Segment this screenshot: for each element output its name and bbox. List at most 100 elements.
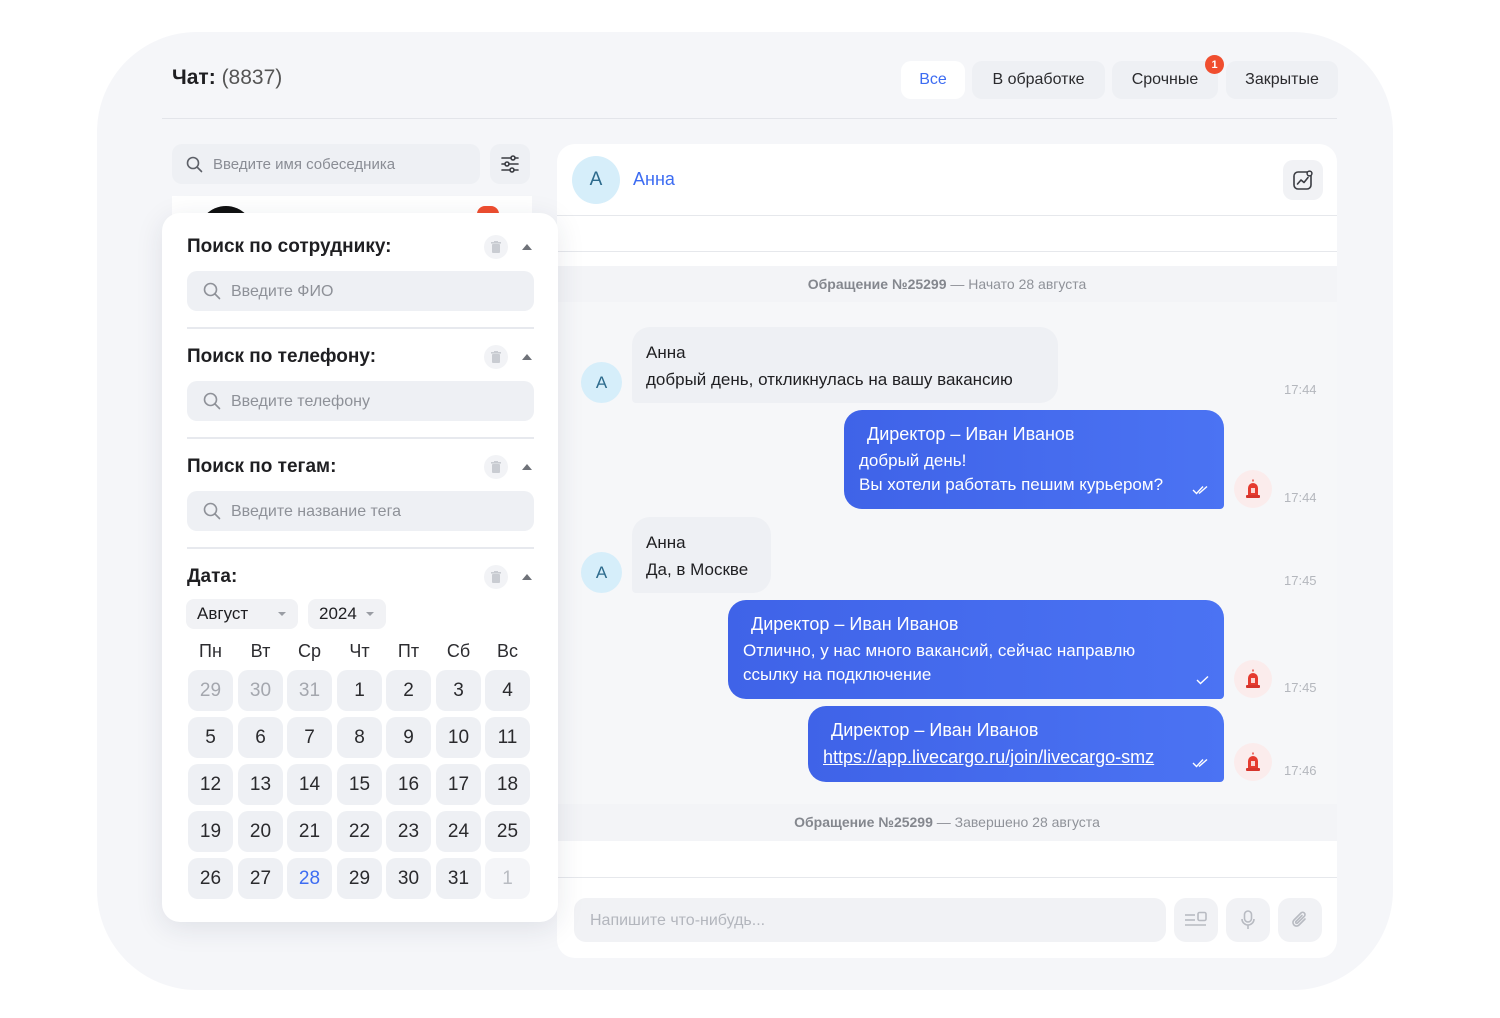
contact-name[interactable]: Анна <box>633 169 675 190</box>
message-incoming: Анна Да, в Москве <box>632 517 771 593</box>
clear-employee-button[interactable] <box>484 235 508 259</box>
chart-icon <box>1293 170 1313 190</box>
collapse-tags-button[interactable] <box>522 464 532 470</box>
calendar-day[interactable]: 3 <box>436 670 481 711</box>
ticket-end-banner: Обращение №25299 — Завершено 28 августа <box>557 804 1337 841</box>
calendar-day[interactable]: 24 <box>436 811 481 852</box>
tab-closed[interactable]: Закрытые <box>1226 61 1338 99</box>
phone-search-input[interactable] <box>231 392 534 410</box>
siren-icon[interactable] <box>1234 660 1272 698</box>
check-icon <box>1196 675 1209 685</box>
tab-urgent[interactable]: Срочные 1 <box>1112 55 1224 99</box>
message-time: 17:44 <box>1284 382 1317 397</box>
tab-label: Закрытые <box>1245 71 1319 88</box>
calendar-day[interactable]: 15 <box>337 764 382 805</box>
chevron-down-icon <box>278 612 286 616</box>
calendar-day[interactable]: 11 <box>485 717 530 758</box>
clear-date-button[interactable] <box>484 565 508 589</box>
avatar: А <box>581 552 622 593</box>
calendar-day[interactable]: 18 <box>485 764 530 805</box>
message-sender: Директор – Иван Иванов <box>867 424 1075 444</box>
weekday-label: Вт <box>250 641 271 661</box>
employee-filter-title: Поиск по сотруднику: <box>187 236 392 257</box>
contact-search-input[interactable] <box>213 155 480 173</box>
calendar-day[interactable]: 10 <box>436 717 481 758</box>
calendar-day[interactable]: 16 <box>386 764 431 805</box>
calendar-day[interactable]: 31 <box>287 670 332 711</box>
clear-phone-button[interactable] <box>484 345 508 369</box>
calendar-day[interactable]: 13 <box>238 764 283 805</box>
voice-button[interactable] <box>1226 898 1270 942</box>
tab-all[interactable]: Все <box>901 61 965 99</box>
header-divider <box>162 118 1337 119</box>
year-select[interactable]: 2024 <box>308 599 386 629</box>
calendar-day[interactable]: 29 <box>188 670 233 711</box>
calendar-day[interactable]: 30 <box>386 858 431 899</box>
message-text: Вы хотели работать пешим курьером? <box>859 475 1164 494</box>
employee-search-field[interactable] <box>187 271 534 311</box>
contact-search[interactable] <box>172 144 480 184</box>
siren-icon[interactable] <box>1234 470 1272 508</box>
chevron-down-icon <box>366 612 374 616</box>
calendar-day[interactable]: 7 <box>287 717 332 758</box>
month-select[interactable]: Август <box>186 599 298 629</box>
calendar-day[interactable]: 2 <box>386 670 431 711</box>
calendar-day[interactable]: 28 <box>287 858 332 899</box>
calendar-day[interactable]: 27 <box>238 858 283 899</box>
calendar-day[interactable]: 20 <box>238 811 283 852</box>
message-outgoing: Директор – Иван Иванов Отлично, у нас мн… <box>728 600 1224 699</box>
calendar-day[interactable]: 17 <box>436 764 481 805</box>
month-select-value: Август <box>197 604 249 623</box>
templates-button[interactable] <box>1174 898 1218 942</box>
calendar-day[interactable]: 19 <box>188 811 233 852</box>
double-check-icon <box>1192 485 1208 495</box>
calendar-day[interactable]: 21 <box>287 811 332 852</box>
message-compose[interactable] <box>574 898 1166 942</box>
calendar-day[interactable]: 4 <box>485 670 530 711</box>
trash-icon <box>491 461 501 473</box>
employee-search-input[interactable] <box>231 282 534 300</box>
calendar-day[interactable]: 22 <box>337 811 382 852</box>
calendar-day[interactable]: 5 <box>188 717 233 758</box>
search-icon <box>203 502 221 520</box>
tab-in-progress[interactable]: В обработке <box>972 61 1105 99</box>
calendar-day[interactable]: 9 <box>386 717 431 758</box>
calendar-day[interactable]: 14 <box>287 764 332 805</box>
calendar-day[interactable]: 23 <box>386 811 431 852</box>
message-sender: Анна <box>646 343 686 362</box>
year-select-value: 2024 <box>319 604 357 623</box>
calendar-day[interactable]: 31 <box>436 858 481 899</box>
tab-label: Все <box>919 71 947 88</box>
message-link[interactable]: https://app.livecargo.ru/join/livecargo-… <box>823 745 1209 769</box>
phone-search-field[interactable] <box>187 381 534 421</box>
ticket-status: — Завершено 28 августа <box>932 814 1100 830</box>
collapse-employee-button[interactable] <box>522 244 532 250</box>
collapse-phone-button[interactable] <box>522 354 532 360</box>
message-text: Отлично, у нас много вакансий, сейчас на… <box>743 641 1136 660</box>
filter-button[interactable] <box>490 144 530 184</box>
chat-count: (8837) <box>221 66 283 89</box>
calendar-day[interactable]: 8 <box>337 717 382 758</box>
message-incoming: Анна добрый день, откликнулась на вашу в… <box>632 327 1058 403</box>
calendar-day[interactable]: 25 <box>485 811 530 852</box>
tags-search-field[interactable] <box>187 491 534 531</box>
clear-tags-button[interactable] <box>484 455 508 479</box>
calendar-day[interactable]: 30 <box>238 670 283 711</box>
stats-button[interactable] <box>1283 160 1323 200</box>
calendar-day[interactable]: 1 <box>485 858 530 899</box>
paperclip-icon <box>1292 911 1306 927</box>
siren-icon[interactable] <box>1234 743 1272 781</box>
tab-label: Срочные <box>1131 71 1199 88</box>
calendar-day[interactable]: 26 <box>188 858 233 899</box>
calendar-day[interactable]: 1 <box>337 670 382 711</box>
collapse-date-button[interactable] <box>522 574 532 580</box>
calendar-day[interactable]: 12 <box>188 764 233 805</box>
message-input[interactable] <box>590 911 1166 929</box>
tags-filter-title: Поиск по тегам: <box>187 456 337 477</box>
tags-search-input[interactable] <box>231 502 534 520</box>
message-time: 17:46 <box>1284 763 1317 778</box>
attach-button[interactable] <box>1278 898 1322 942</box>
urgent-count-badge: 1 <box>1205 55 1224 74</box>
calendar-day[interactable]: 6 <box>238 717 283 758</box>
calendar-day[interactable]: 29 <box>337 858 382 899</box>
